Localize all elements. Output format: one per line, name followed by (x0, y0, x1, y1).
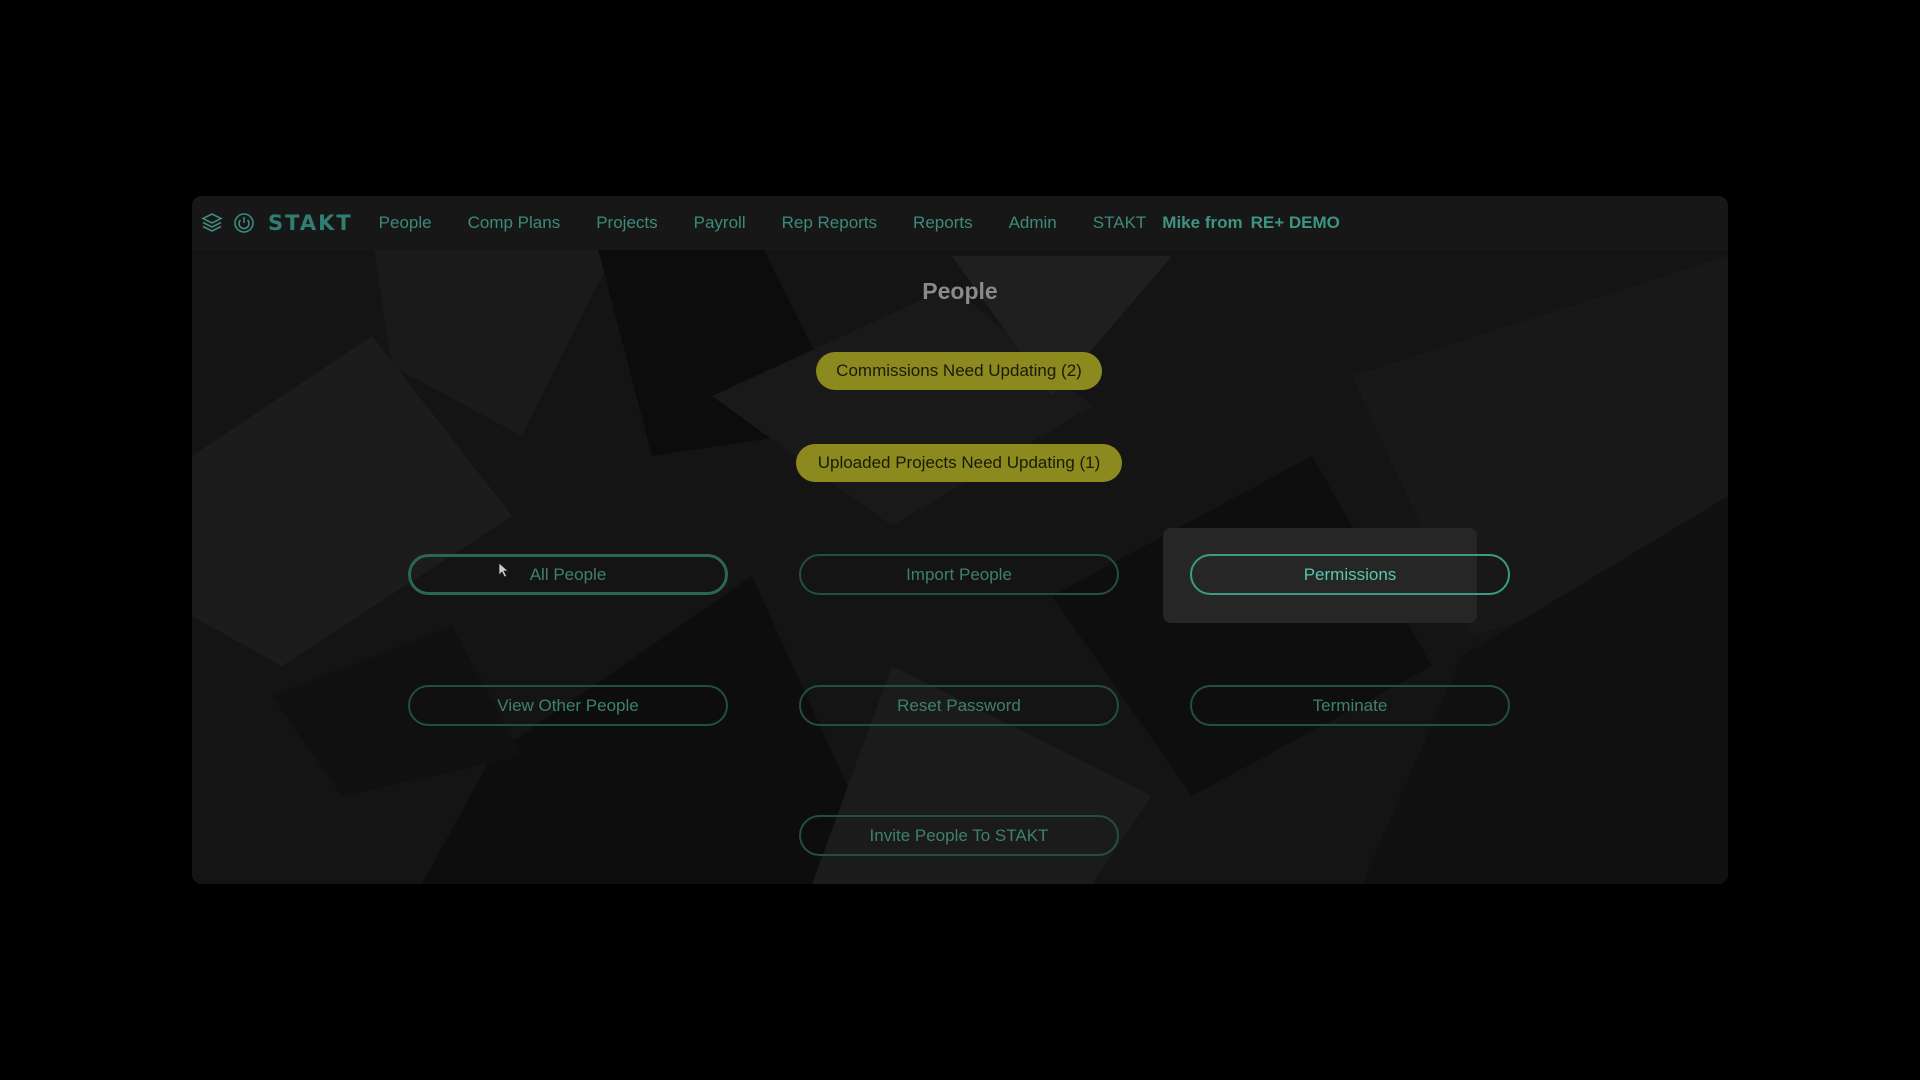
user-name: Mike from (1162, 213, 1243, 232)
terminate-button[interactable]: Terminate (1190, 685, 1510, 726)
power-icon[interactable] (232, 211, 256, 235)
stack-icon[interactable] (200, 211, 224, 235)
nav-item-people[interactable]: People (379, 213, 432, 233)
invite-people-button[interactable]: Invite People To STAKT (799, 815, 1119, 856)
uploaded-projects-alert-badge[interactable]: Uploaded Projects Need Updating (1) (796, 444, 1122, 482)
nav-item-admin[interactable]: Admin (1009, 213, 1057, 233)
all-people-button[interactable]: All People (408, 554, 728, 595)
brand-logo[interactable]: STAKT (268, 211, 353, 235)
nav-item-stakt[interactable]: STAKT (1093, 213, 1147, 233)
mouse-cursor-icon (498, 562, 510, 578)
import-people-button[interactable]: Import People (799, 554, 1119, 595)
view-other-people-button[interactable]: View Other People (408, 685, 728, 726)
page-title: People (922, 278, 998, 304)
permissions-button[interactable]: Permissions (1190, 554, 1510, 595)
nav-item-payroll[interactable]: Payroll (694, 213, 746, 233)
nav-item-projects[interactable]: Projects (596, 213, 657, 233)
reset-password-button[interactable]: Reset Password (799, 685, 1119, 726)
top-navbar: STAKT People Comp Plans Projects Payroll… (192, 196, 1728, 250)
nav-item-comp-plans[interactable]: Comp Plans (468, 213, 561, 233)
nav-item-reports[interactable]: Reports (913, 213, 973, 233)
commissions-alert-badge[interactable]: Commissions Need Updating (2) (816, 352, 1102, 390)
app-window: STAKT People Comp Plans Projects Payroll… (192, 196, 1728, 884)
org-name: RE+ DEMO (1250, 213, 1340, 232)
user-label[interactable]: Mike from RE+ DEMO (1162, 213, 1340, 233)
nav-item-rep-reports[interactable]: Rep Reports (782, 213, 877, 233)
